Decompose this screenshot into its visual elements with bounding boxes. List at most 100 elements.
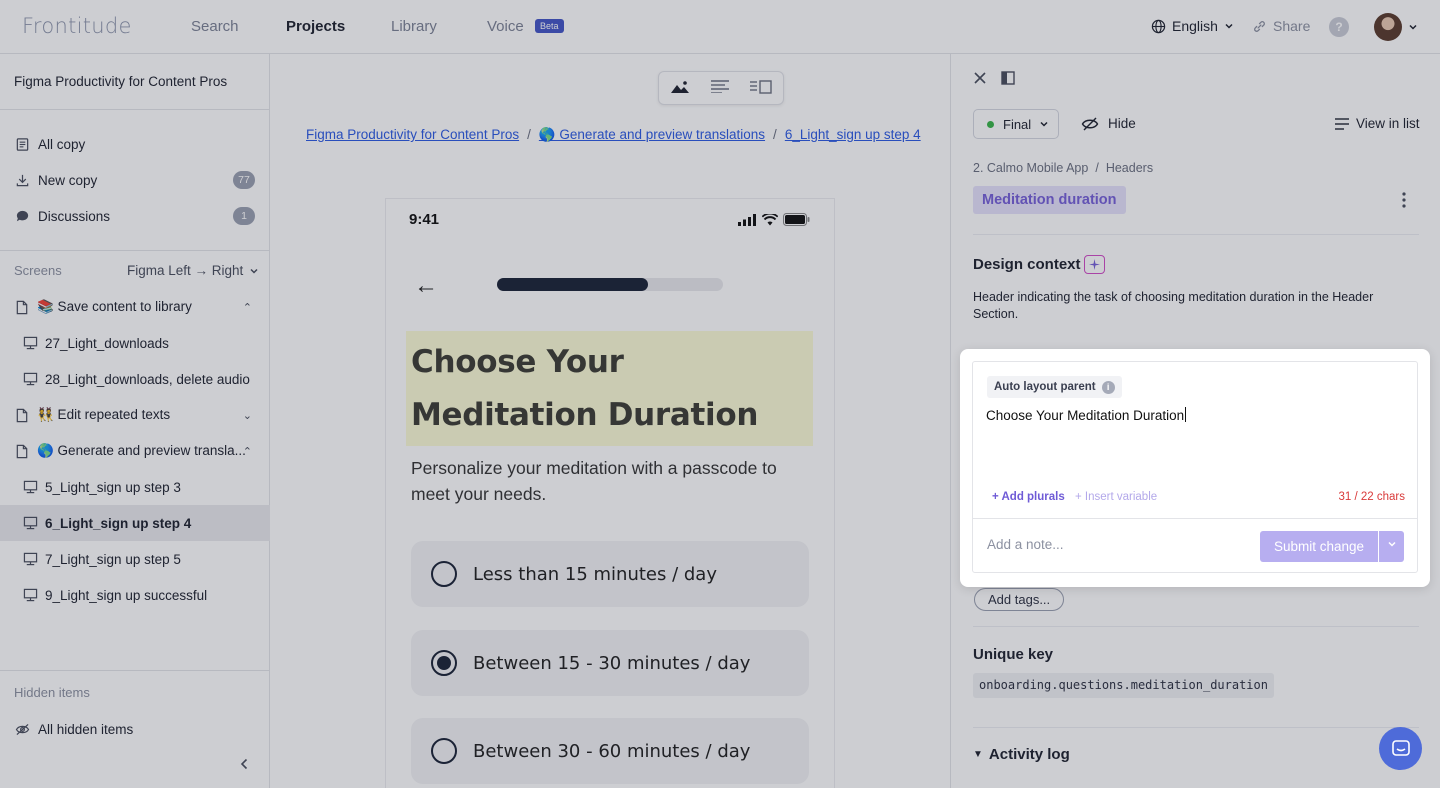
tree-screen-28[interactable]: 28_Light_downloads, delete audio (0, 361, 270, 397)
dock-panel-icon[interactable] (1001, 71, 1015, 88)
submit-options-chevron-icon[interactable] (1379, 531, 1404, 562)
ai-sparkle-icon[interactable] (1084, 255, 1105, 274)
activity-log-toggle[interactable]: ▼ Activity log (973, 746, 1070, 763)
unique-key-title: Unique key (973, 646, 1054, 663)
chevron-down-icon (1040, 121, 1048, 127)
tree-screen-27[interactable]: 27_Light_downloads (0, 325, 270, 361)
screen-icon (22, 587, 38, 603)
link-icon (1254, 20, 1265, 32)
submit-change-button[interactable]: Submit change (1260, 531, 1378, 562)
project-title[interactable]: Figma Productivity for Content Pros (14, 74, 227, 89)
option-label: Less than 15 minutes / day (473, 563, 717, 585)
split-view-icon[interactable] (750, 79, 773, 97)
eye-off-icon (1081, 117, 1099, 130)
design-context-text: Header indicating the task of choosing m… (973, 290, 1374, 321)
chat-icon (1391, 739, 1410, 756)
radio-unselected-icon (431, 561, 457, 587)
tree-screen-6-selected[interactable]: 6_Light_sign up step 4 (0, 505, 270, 541)
breadcrumb-separator: / (527, 127, 531, 142)
status-dropdown[interactable]: Final (973, 109, 1059, 139)
close-icon[interactable] (973, 71, 987, 88)
breadcrumb-project[interactable]: Figma Productivity for Content Pros (306, 127, 519, 143)
nav-library[interactable]: Library (391, 18, 437, 35)
chevron-up-icon[interactable]: ⌃ (243, 445, 252, 458)
text-name-pill[interactable]: Meditation duration (973, 186, 1126, 214)
app-logo[interactable]: Frontitude (22, 14, 132, 38)
view-in-list-button[interactable]: View in list (1335, 116, 1420, 131)
hide-button[interactable]: Hide (1081, 116, 1136, 131)
tree-screen-7[interactable]: 7_Light_sign up step 5 (0, 541, 270, 577)
globe-icon (1151, 19, 1166, 33)
tag-label: Auto layout parent (994, 381, 1096, 393)
component-path: 2. Calmo Mobile App / Headers (973, 161, 1153, 175)
path-child[interactable]: Headers (1106, 161, 1153, 175)
option-30-60[interactable]: Between 30 - 60 minutes / day (411, 718, 809, 784)
more-options-icon[interactable] (1402, 192, 1406, 211)
page-icon (14, 407, 30, 423)
divider (973, 727, 1419, 728)
tree-page-generate-translations[interactable]: 🌎 Generate and preview transla... ⌃ (0, 433, 270, 469)
add-plurals-button[interactable]: + Add plurals (992, 491, 1065, 503)
divider (0, 250, 270, 251)
screen-icon (22, 515, 38, 531)
help-icon[interactable]: ? (1329, 17, 1349, 37)
character-count: 31 / 22 chars (1338, 491, 1405, 503)
text-view-icon[interactable] (710, 80, 729, 96)
collapse-sidebar-icon[interactable] (238, 757, 250, 774)
radio-unselected-icon (431, 738, 457, 764)
share-label: Share (1273, 18, 1311, 34)
option-less-than-15[interactable]: Less than 15 minutes / day (411, 541, 809, 607)
image-view-icon[interactable] (670, 80, 690, 97)
radio-selected-icon (431, 650, 457, 676)
option-15-30[interactable]: Between 15 - 30 minutes / day (411, 630, 809, 696)
note-input[interactable]: Add a note... (987, 537, 1064, 552)
nav-search[interactable]: Search (191, 18, 239, 35)
sidebar-item-label: All copy (38, 136, 86, 152)
breadcrumb-screen[interactable]: 6_Light_sign up step 4 (785, 127, 921, 143)
back-arrow-icon[interactable]: ← (414, 272, 438, 300)
chevron-up-icon[interactable]: ⌃ (243, 301, 252, 314)
insert-variable-button[interactable]: + Insert variable (1075, 491, 1157, 503)
screens-sort-dropdown[interactable]: Figma Left → Right (127, 263, 259, 278)
support-chat-button[interactable] (1379, 727, 1422, 770)
avatar[interactable] (1374, 13, 1402, 41)
unique-key-value[interactable]: onboarding.questions.meditation_duration (973, 673, 1274, 698)
sort-label: Figma Left → Right (127, 263, 244, 278)
phone-screen-preview: 9:41 ← Choose Your Meditation Duration P… (386, 199, 834, 788)
chevron-down-icon[interactable] (1408, 22, 1418, 32)
screen-preview-area: Figma Productivity for Content Pros / 🌎 … (271, 54, 949, 788)
sidebar-item-all-hidden[interactable]: All hidden items (0, 711, 270, 747)
share-button[interactable]: Share (1252, 18, 1310, 34)
divider (0, 109, 270, 110)
info-icon[interactable]: i (1101, 380, 1115, 394)
tree-label: 👯 Edit repeated texts (37, 407, 171, 422)
chevron-down-icon[interactable]: ⌄ (243, 409, 252, 422)
view-mode-toggle (658, 71, 784, 105)
signal-icon (738, 213, 756, 226)
document-icon (14, 136, 30, 152)
breadcrumb-page[interactable]: 🌎 Generate and preview translations (539, 127, 765, 143)
tree-page-save-content[interactable]: 📚 Save content to library ⌃ (0, 289, 270, 325)
sidebar-item-discussions[interactable]: Discussions 1 (0, 198, 270, 234)
copy-text-input[interactable]: Choose Your Meditation Duration (986, 407, 1187, 423)
new-copy-count-badge: 77 (233, 171, 255, 189)
sidebar-item-new-copy[interactable]: New copy 77 (0, 162, 270, 198)
path-separator: / (1095, 161, 1099, 175)
tree-page-edit-repeated[interactable]: 👯 Edit repeated texts ⌄ (0, 397, 270, 433)
screen-subtitle[interactable]: Personalize your meditation with a passc… (411, 455, 811, 507)
nav-projects[interactable]: Projects (286, 18, 345, 35)
divider (0, 670, 270, 671)
add-tags-button[interactable]: Add tags... (974, 588, 1065, 611)
language-selector[interactable]: English (1151, 18, 1234, 34)
phone-status-icons (738, 213, 810, 226)
onboarding-progress-bar (497, 278, 723, 291)
path-parent[interactable]: 2. Calmo Mobile App (973, 161, 1088, 175)
nav-voice[interactable]: Voice (487, 18, 524, 35)
screen-header-title[interactable]: Choose Your Meditation Duration (411, 336, 811, 442)
tree-label: 🌎 Generate and preview transla... (37, 443, 246, 458)
sidebar-item-all-copy[interactable]: All copy (0, 126, 270, 162)
page-icon (14, 443, 30, 459)
tree-screen-5[interactable]: 5_Light_sign up step 3 (0, 469, 270, 505)
progress-fill (497, 278, 649, 291)
tree-screen-9[interactable]: 9_Light_sign up successful (0, 577, 270, 613)
